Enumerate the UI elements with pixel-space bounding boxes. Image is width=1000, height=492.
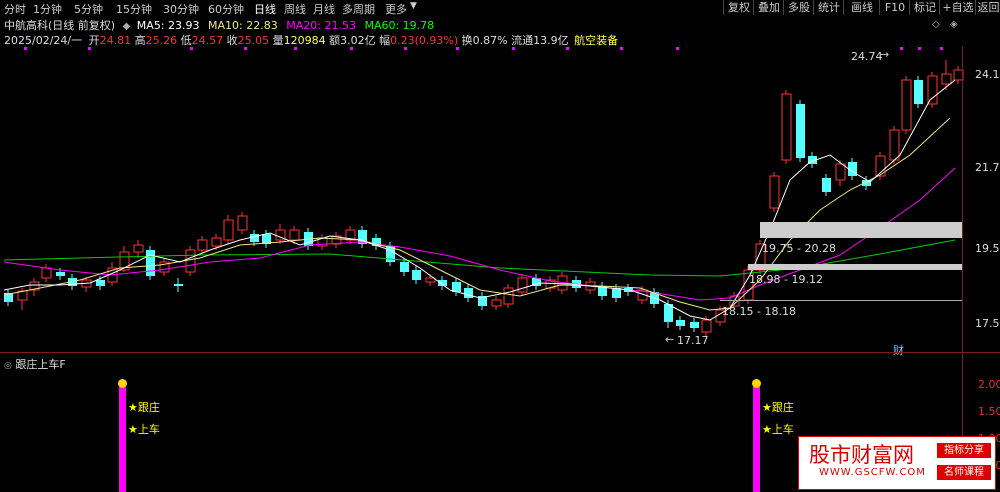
- candle-body: [211, 237, 222, 247]
- candle-body: [927, 75, 938, 105]
- signal1-label-shang: ★上车: [128, 423, 160, 436]
- candle-body: [889, 129, 900, 161]
- event-dot: [940, 47, 943, 50]
- candle-body: [289, 229, 300, 241]
- candle-body: [796, 104, 805, 158]
- zone1-range-label: 19.75 - 20.28: [762, 242, 836, 255]
- event-dot: [404, 47, 407, 50]
- support-zone-2: [748, 264, 962, 270]
- candle-body: [250, 234, 259, 242]
- watermark-logo: 股市财富网 WWW.GSCFW.COM 指标分享 名师课程: [798, 436, 996, 490]
- signal1-label-gen: ★跟庄: [128, 401, 160, 414]
- event-dot: [566, 47, 569, 50]
- watermark-url: WWW.GSCFW.COM: [819, 467, 926, 478]
- candle-body: [133, 244, 144, 253]
- price-tick-2: 21.71: [975, 161, 1000, 174]
- candlestick-chart[interactable]: [0, 0, 1000, 492]
- candle-body: [491, 299, 502, 307]
- candle-body: [185, 249, 196, 273]
- event-dot: [24, 47, 27, 50]
- candle-body: [676, 320, 685, 326]
- candle-body: [412, 270, 421, 280]
- signal2-label-gen: ★跟庄: [762, 401, 794, 414]
- candle-body: [197, 239, 208, 251]
- price-axis-line: [962, 46, 963, 486]
- candle-body: [612, 288, 621, 298]
- candle-body: [96, 280, 105, 286]
- low-price-marker: 17.17: [677, 334, 709, 347]
- candle-body: [690, 322, 699, 328]
- candle-body: [701, 319, 712, 333]
- event-dot: [900, 47, 903, 50]
- zone2-range-label: 18.98 - 19.12: [749, 273, 823, 286]
- candle-body: [56, 272, 65, 276]
- candle-body: [835, 163, 846, 181]
- candle-body: [174, 284, 183, 286]
- candle-body: [237, 215, 248, 231]
- event-dot: [676, 47, 679, 50]
- candle-body: [146, 250, 155, 276]
- candle-body: [914, 80, 923, 104]
- event-dot: [294, 47, 297, 50]
- watermark-name: 股市财富网: [809, 443, 914, 467]
- event-dot: [918, 47, 921, 50]
- candle-body: [781, 93, 792, 161]
- event-dot: [190, 47, 193, 50]
- signal-coin-1: [118, 379, 127, 388]
- support-zone-3: [720, 300, 962, 301]
- candle-body: [400, 262, 409, 272]
- candle-body: [822, 178, 831, 192]
- indicator-name[interactable]: 跟庄上车F: [15, 358, 65, 371]
- zone3-range-label: 18.15 - 18.18: [722, 305, 796, 318]
- candle-body: [517, 277, 528, 293]
- watermark-tag-2: 名师课程: [937, 465, 991, 480]
- price-tick-1: 24.12: [975, 68, 1000, 81]
- event-dot: [244, 47, 247, 50]
- pane-divider[interactable]: [0, 352, 1000, 353]
- high-arrow-icon: →: [880, 48, 890, 61]
- event-dot: [88, 47, 91, 50]
- indicator-toggle-icon[interactable]: ◎: [4, 361, 12, 371]
- event-dot: [456, 47, 459, 50]
- ind-tick-1: 2.00: [978, 378, 1000, 391]
- candle-body: [41, 267, 52, 279]
- candle-body: [223, 219, 234, 241]
- event-dot: [620, 47, 623, 50]
- price-tick-4: 17.58: [975, 317, 1000, 330]
- finance-badge[interactable]: 财: [893, 342, 904, 358]
- candle-body: [769, 175, 780, 209]
- event-dot: [350, 47, 353, 50]
- indicator-title: ◎ 跟庄上车F: [4, 356, 66, 372]
- candle-body: [503, 287, 514, 305]
- signal-bar-1: [119, 387, 126, 492]
- candle-body: [464, 288, 473, 298]
- signal-bar-2: [753, 387, 760, 492]
- signal-coin-2: [752, 379, 761, 388]
- candle-body: [941, 73, 952, 85]
- event-dot: [512, 47, 515, 50]
- ind-tick-2: 1.50: [978, 405, 1000, 418]
- high-price-marker: 24.74: [851, 50, 883, 63]
- signal2-label-shang: ★上车: [762, 423, 794, 436]
- low-arrow-icon: ←: [665, 333, 675, 346]
- price-tick-3: 19.54: [975, 242, 1000, 255]
- watermark-tag-1: 指标分享: [937, 443, 991, 458]
- support-zone-1: [760, 222, 962, 238]
- candle-body: [901, 79, 912, 131]
